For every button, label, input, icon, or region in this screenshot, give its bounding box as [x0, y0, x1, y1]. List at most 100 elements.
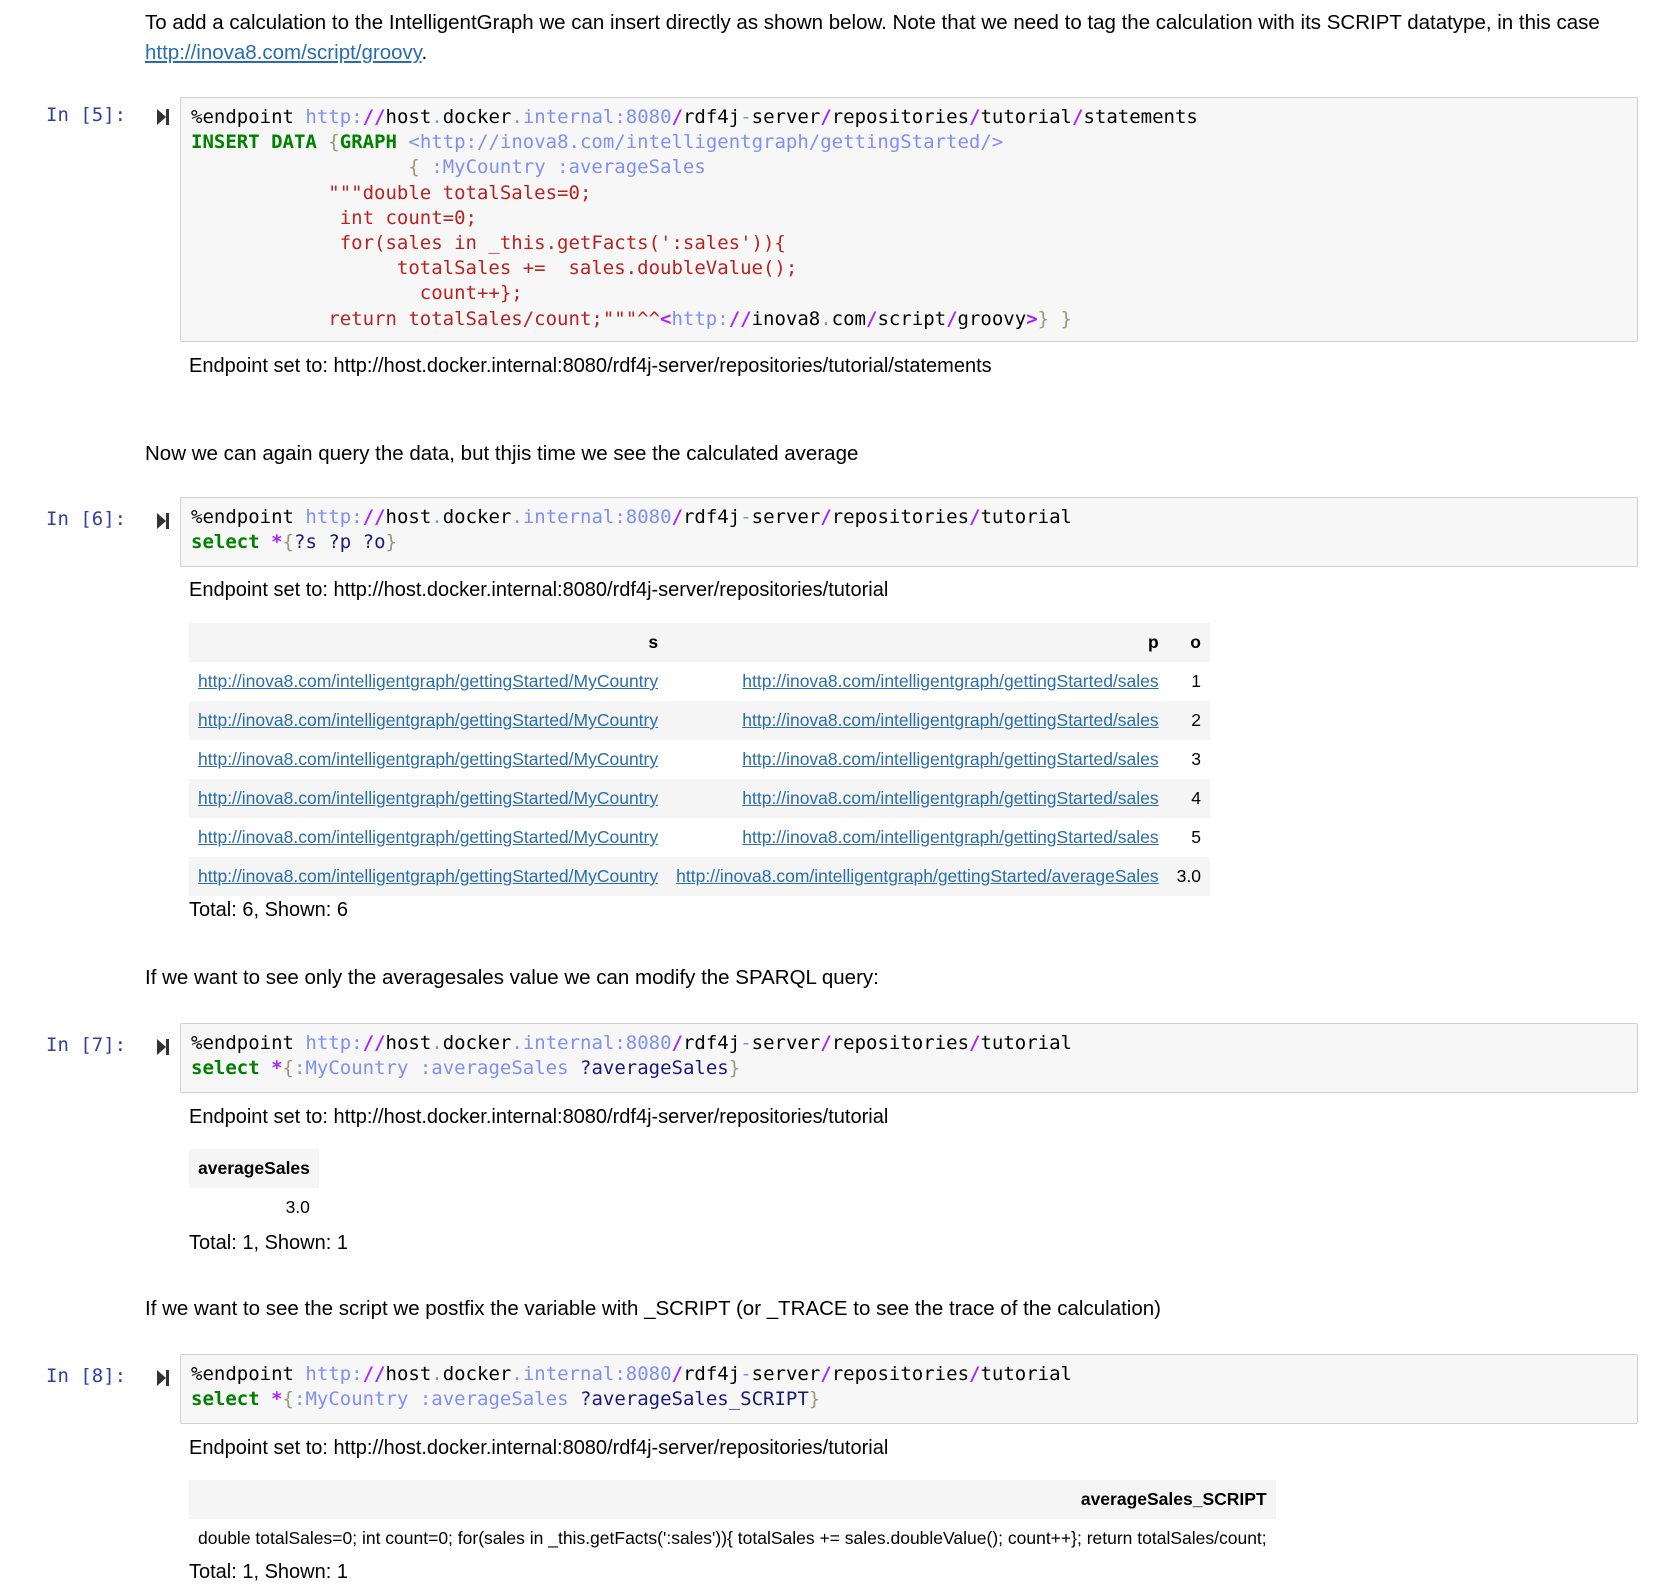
query-variables: ?s ?p ?o	[294, 531, 386, 554]
brace: }	[728, 1057, 741, 1080]
url-part: /	[671, 106, 683, 128]
url-part: .	[511, 1032, 523, 1054]
magic-command: %endpoint	[191, 1363, 294, 1385]
datatype-caret: ^^	[637, 307, 661, 330]
url-part: /	[820, 1363, 832, 1385]
cell-o: 2	[1167, 701, 1210, 740]
cell-s: http://inova8.com/intelligentgraph/getti…	[189, 818, 667, 857]
predicate-link[interactable]: http://inova8.com/intelligentgraph/getti…	[742, 671, 1158, 691]
table-row: double totalSales=0; int count=0; for(sa…	[189, 1519, 1276, 1558]
url-part: rdf4j	[682, 1032, 741, 1054]
cell-p: http://inova8.com/intelligentgraph/getti…	[667, 662, 1168, 701]
url-part: rdf4j	[682, 106, 741, 128]
datatype-iri: <	[660, 307, 672, 330]
url-part: /	[671, 1032, 683, 1054]
url-part: /	[671, 506, 683, 528]
datatype-iri: //	[728, 307, 752, 330]
subject-link[interactable]: http://inova8.com/intelligentgraph/getti…	[198, 671, 658, 691]
code-cell-8[interactable]: %endpoint http://host.docker.internal:80…	[180, 1354, 1638, 1424]
url-part: //	[362, 1032, 386, 1054]
url-part: http:	[305, 506, 363, 528]
code-cell-6[interactable]: %endpoint http://host.docker.internal:80…	[180, 497, 1638, 567]
url-part: rdf4j	[682, 1363, 741, 1385]
url-part: //	[362, 506, 386, 528]
operator: *	[271, 1057, 283, 1080]
url-part: -	[740, 1363, 752, 1385]
predicate-link[interactable]: http://inova8.com/intelligentgraph/getti…	[742, 749, 1158, 769]
subject-link[interactable]: http://inova8.com/intelligentgraph/getti…	[198, 866, 658, 886]
datatype-iri: http:	[671, 307, 729, 330]
url-part: //	[362, 106, 386, 128]
cell-p: http://inova8.com/intelligentgraph/getti…	[667, 779, 1168, 818]
cell-output-7: Endpoint set to: http://host.docker.inte…	[189, 1106, 889, 1128]
predicate-link[interactable]: http://inova8.com/intelligentgraph/getti…	[742, 827, 1158, 847]
url-part: -	[740, 106, 752, 128]
code-cell-5[interactable]: %endpoint http://host.docker.internal:80…	[180, 97, 1638, 342]
brace: }	[808, 1388, 821, 1411]
cell-o: 3.0	[1167, 857, 1210, 896]
url-part: .	[431, 506, 443, 528]
url-part: tutorial	[980, 1032, 1072, 1054]
operator: *	[271, 1388, 283, 1411]
table-header-row: s p o	[189, 623, 1210, 662]
subject-link[interactable]: http://inova8.com/intelligentgraph/getti…	[198, 749, 658, 769]
url-part: repositories	[831, 506, 970, 528]
table-header-row: averageSales	[189, 1149, 319, 1188]
cell-value: double totalSales=0; int count=0; for(sa…	[198, 1528, 1267, 1548]
script-line: int count=0;	[339, 206, 477, 229]
cell-s: http://inova8.com/intelligentgraph/getti…	[189, 740, 667, 779]
predicate-link[interactable]: http://inova8.com/intelligentgraph/getti…	[742, 788, 1158, 808]
table-row: http://inova8.com/intelligentgraph/getti…	[189, 818, 1210, 857]
code-cell-7[interactable]: %endpoint http://host.docker.internal:80…	[180, 1023, 1638, 1093]
column-header-s: s	[189, 623, 668, 662]
url-part: http:	[305, 1032, 363, 1054]
url-part: docker	[442, 1032, 512, 1054]
keyword: select	[191, 531, 260, 554]
column-header-p: p	[667, 623, 1168, 662]
brace: {	[282, 531, 294, 554]
run-cell-icon[interactable]	[156, 108, 170, 126]
subject-link[interactable]: http://inova8.com/intelligentgraph/getti…	[198, 827, 658, 847]
cell-o: 4	[1167, 779, 1210, 818]
predicate-link[interactable]: http://inova8.com/intelligentgraph/getti…	[742, 710, 1158, 730]
brace: }	[385, 531, 397, 554]
cell-prompt-8: In [8]:	[46, 1365, 127, 1387]
cell-p: http://inova8.com/intelligentgraph/getti…	[667, 818, 1168, 857]
cell-prompt-6: In [6]:	[46, 508, 127, 530]
cell-p: http://inova8.com/intelligentgraph/getti…	[667, 857, 1168, 896]
intro-period: .	[421, 41, 428, 64]
run-cell-icon[interactable]	[156, 1038, 170, 1056]
cell-prompt-5: In [5]:	[46, 104, 127, 126]
cell-output-5: Endpoint set to: http://host.docker.inte…	[189, 355, 992, 377]
url-part: repositories	[831, 1032, 970, 1054]
url-part: host	[385, 1363, 432, 1385]
table-row: http://inova8.com/intelligentgraph/getti…	[189, 701, 1210, 740]
cell-s: http://inova8.com/intelligentgraph/getti…	[189, 779, 668, 818]
markdown-text: If we want to see the script we postfix …	[145, 1297, 1161, 1320]
subject-link[interactable]: http://inova8.com/intelligentgraph/getti…	[198, 710, 658, 730]
table-header-row: averageSales_SCRIPT	[189, 1480, 1276, 1519]
url-part: server	[751, 1363, 821, 1385]
run-cell-icon[interactable]	[156, 1369, 170, 1387]
brace: {	[282, 1388, 294, 1411]
run-cell-icon[interactable]	[156, 512, 170, 530]
url-part: //	[362, 1363, 386, 1385]
datatype-iri: /	[946, 307, 958, 330]
brace: {	[328, 131, 340, 154]
datatype-iri: inova8	[751, 307, 821, 330]
graph-iri: <http://inova8.com/intelligentgraph/gett…	[408, 131, 1004, 154]
markdown-intro: To add a calculation to the IntelligentG…	[145, 8, 1605, 68]
datatype-iri: com	[831, 307, 866, 330]
query-variable: ?averageSales	[580, 1057, 729, 1080]
groovy-link[interactable]: http://inova8.com/script/groovy	[145, 41, 422, 64]
cell-s: http://inova8.com/intelligentgraph/getti…	[189, 662, 667, 701]
url-part: .	[431, 106, 443, 128]
predicate-link[interactable]: http://inova8.com/intelligentgraph/getti…	[676, 866, 1159, 886]
cell-value: 3.0	[285, 1197, 310, 1217]
subject-link[interactable]: http://inova8.com/intelligentgraph/getti…	[198, 788, 658, 808]
script-line: return totalSales/count;"""	[328, 307, 638, 330]
results-table-6: s p o http://inova8.com/intelligentgraph…	[189, 623, 1210, 896]
keyword: select	[191, 1057, 260, 1080]
cell-output-6: Endpoint set to: http://host.docker.inte…	[189, 579, 889, 601]
table-row: http://inova8.com/intelligentgraph/getti…	[189, 740, 1210, 779]
